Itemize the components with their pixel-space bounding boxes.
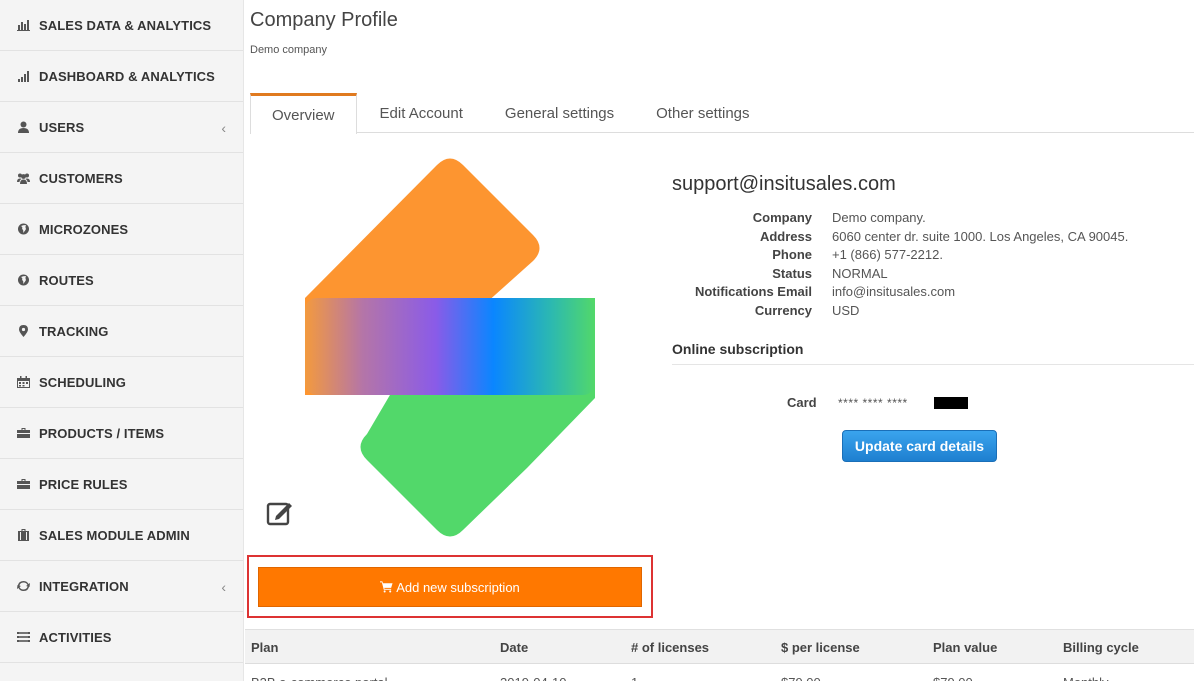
sidebar-item-tracking[interactable]: TRACKING [0,306,243,357]
sidebar-item-users[interactable]: USERS ‹ [0,102,243,153]
card-number: **** **** **** [838,396,908,410]
sidebar-item-label: DASHBOARD & ANALYTICS [39,68,215,84]
calendar-icon [15,375,31,389]
sidebar-item-label: TRACKING [39,323,109,339]
chevron-left-icon[interactable]: ‹ [221,120,226,136]
list-icon [15,630,31,644]
sidebar-item-label: SALES MODULE ADMIN [39,527,190,543]
company-info: Company Demo company. Address 6060 center d… [672,209,1128,321]
update-card-details-button[interactable]: Update card details [842,430,997,462]
sidebar-item-label: CUSTOMERS [39,170,123,186]
map-pin-icon [15,324,31,338]
user-icon [15,120,31,134]
profile-tabs: Overview Edit Account General settings Othe… [250,93,1194,134]
globe-icon [15,273,31,287]
info-label: Address [759,228,812,244]
divider [672,364,1194,365]
sidebar-item-price-rules[interactable]: PRICE RULES [0,459,243,510]
table-cell: $79.00 [781,675,821,681]
chevron-left-icon[interactable]: ‹ [221,579,226,595]
info-row-currency: Currency USD [672,302,1128,321]
table-cell: 2019-04-10 [500,675,567,681]
globe-icon [15,222,31,236]
company-email: support@insitusales.com [672,173,896,195]
company-logo [305,158,595,537]
column-header[interactable]: Date [500,640,528,655]
sidebar-item-microzones[interactable]: MICROZONES [0,204,243,255]
info-label: Currency [754,302,812,318]
table-cell: $79.00 [933,675,973,681]
sidebar-item-dashboard-analytics[interactable]: DASHBOARD & ANALYTICS [0,51,243,102]
info-label: Notifications Email [694,284,812,300]
info-value: USD [832,302,860,318]
tab-overview[interactable]: Overview [250,93,357,134]
refresh-icon [15,579,31,593]
suitcase-icon [15,528,31,542]
card-label: Card [787,395,817,410]
info-row-address: Address 6060 center dr. suite 1000. Los A… [672,228,1128,247]
sidebar-item-products-items[interactable]: PRODUCTS / ITEMS [0,408,243,459]
sidebar-item-label: ROUTES [39,272,94,288]
info-row-notifications-email: Notifications Email info@insitusales.com [672,283,1128,302]
sidebar-item-customers[interactable]: CUSTOMERS [0,153,243,204]
info-value: +1 (866) 577-2212. [832,247,943,263]
briefcase-icon [15,477,31,491]
users-group-icon [15,171,31,185]
column-header[interactable]: $ per license [781,640,860,655]
signal-icon [15,69,31,83]
online-subscription-title: Online subscription [672,341,804,357]
info-value: NORMAL [832,265,888,281]
table-cell: B2B e-commerce portal [251,675,388,681]
info-label: Phone [772,247,812,263]
column-header[interactable]: Billing cycle [1063,640,1139,655]
page-title: Company Profile [250,9,398,31]
subscriptions-table-header: Plan Date # of licenses $ per license Plan v… [245,629,1194,664]
column-header[interactable]: Plan [251,640,278,655]
info-row-status: Status NORMAL [672,265,1128,284]
table-row[interactable]: B2B e-commerce portal 2019-04-10 1 $79.00 $7… [245,665,1194,681]
column-header[interactable]: # of licenses [631,640,709,655]
sidebar-item-label: INTEGRATION [39,578,129,594]
info-value: info@insitusales.com [832,284,956,300]
sidebar-item-label: PRICE RULES [39,476,128,492]
info-value: 6060 center dr. suite 1000. Los Angeles,… [832,228,1129,244]
info-value: Demo company. [832,210,926,225]
sidebar-item-integration[interactable]: INTEGRATION ‹ [0,561,243,612]
tab-edit-account[interactable]: Edit Account [359,93,484,133]
column-header[interactable]: Plan value [933,640,997,655]
card-number-redacted [934,397,968,409]
tab-general-settings[interactable]: General settings [484,93,635,133]
info-label: Status [772,265,812,281]
sidebar: SALES DATA & ANALYTICS DASHBOARD & ANALYT… [0,0,244,681]
sidebar-item-sales-module-admin[interactable]: SALES MODULE ADMIN [0,510,243,561]
sidebar-item-scheduling[interactable]: SCHEDULING [0,357,243,408]
sidebar-item-label: USERS [39,119,85,135]
sidebar-item-label: PRODUCTS / ITEMS [39,425,165,441]
sidebar-item-label: SALES DATA & ANALYTICS [39,17,212,33]
shopping-cart-icon [380,581,393,593]
sidebar-item-sales-data-analytics[interactable]: SALES DATA & ANALYTICS [0,0,243,51]
sidebar-item-label: SCHEDULING [39,374,126,390]
tab-other-settings[interactable]: Other settings [635,93,770,133]
main-content: Company Profile Demo company Overview Edi… [245,0,1194,681]
sidebar-item-label: ACTIVITIES [39,629,112,645]
briefcase-icon [15,426,31,440]
sidebar-item-label: MICROZONES [39,221,129,237]
table-cell: 1 [631,675,638,681]
add-new-subscription-label: Add new subscription [396,579,520,595]
info-row-company: Company Demo company. [672,209,1128,228]
info-row-phone: Phone +1 (866) 577-2212. [672,246,1128,265]
add-new-subscription-button[interactable]: Add new subscription [258,567,642,607]
page-subtitle: Demo company [250,44,328,56]
sidebar-item-routes[interactable]: ROUTES [0,255,243,306]
info-label: Company [752,210,812,225]
sidebar-item-activities[interactable]: ACTIVITIES [0,612,243,663]
table-cell: Monthly [1063,675,1109,681]
edit-logo-icon[interactable] [265,498,295,528]
bar-chart-icon [15,18,31,32]
